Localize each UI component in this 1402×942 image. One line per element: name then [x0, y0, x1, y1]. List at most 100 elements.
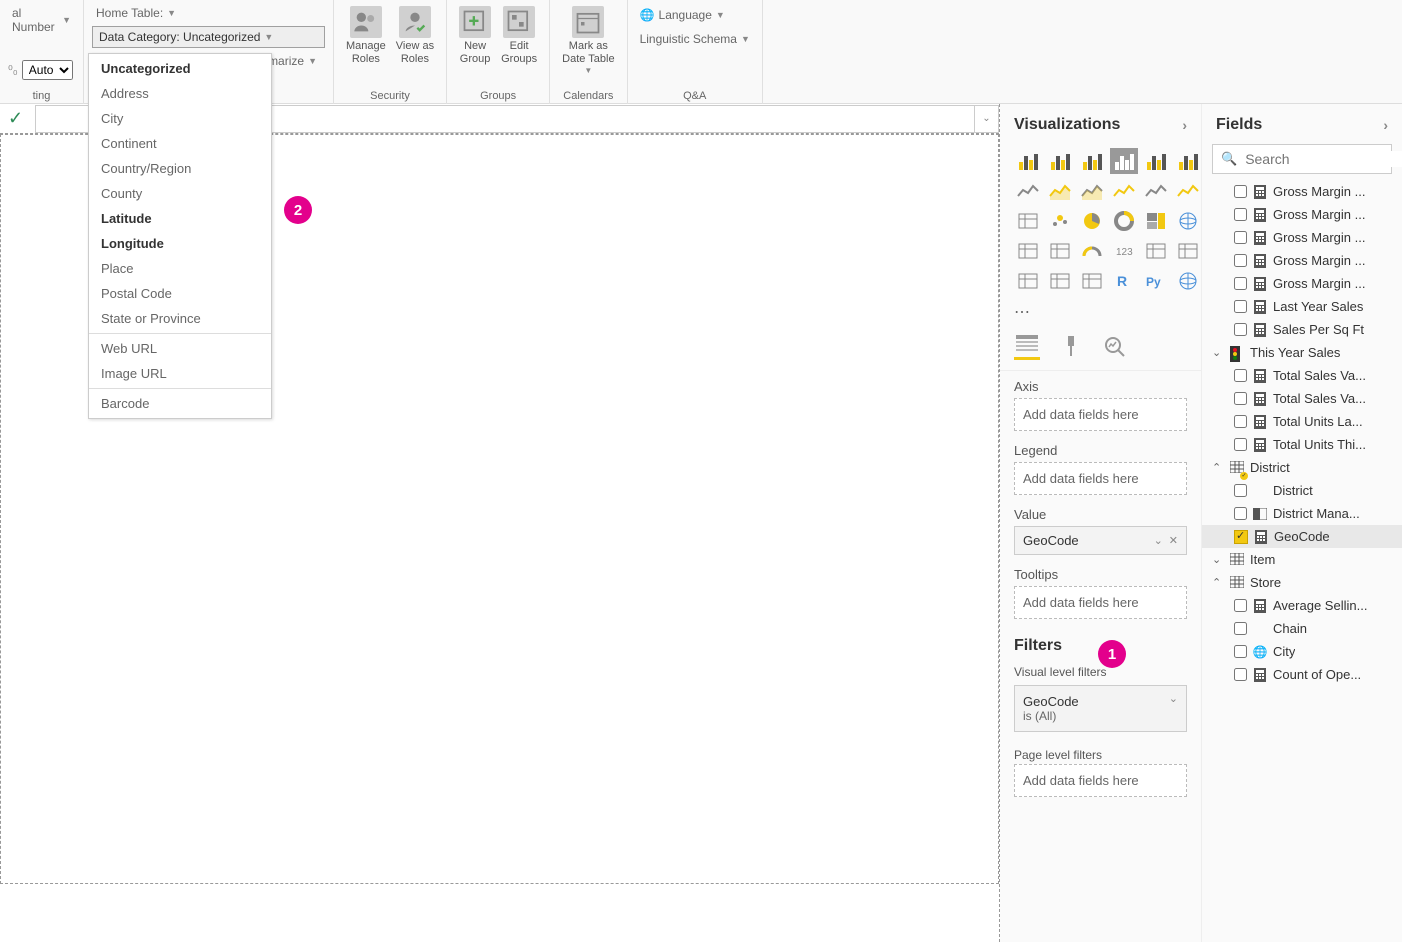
- field-checkbox[interactable]: [1234, 369, 1247, 382]
- viz-type-filled-map[interactable]: [1014, 238, 1042, 264]
- field-total-sales-va-[interactable]: Total Sales Va...: [1202, 387, 1402, 410]
- field-checkbox[interactable]: [1234, 415, 1247, 428]
- table-item[interactable]: ⌄Item: [1202, 548, 1402, 571]
- table-store[interactable]: ⌃Store: [1202, 571, 1402, 594]
- viz-type-treemap[interactable]: [1142, 208, 1170, 234]
- menu-item-postal-code[interactable]: Postal Code: [89, 281, 271, 306]
- fields-search[interactable]: 🔍: [1212, 144, 1392, 174]
- table-this-year-sales[interactable]: ⌄This Year Sales: [1202, 341, 1402, 364]
- data-category-dropdown[interactable]: Data Category: Uncategorized▼: [92, 26, 325, 48]
- viz-type-bar-s2[interactable]: [1174, 148, 1202, 174]
- language-dropdown[interactable]: 🌐Language▼: [636, 6, 754, 24]
- menu-item-address[interactable]: Address: [89, 81, 271, 106]
- viz-type-arcgis[interactable]: [1174, 268, 1202, 294]
- chevron-down-icon[interactable]: ⌄: [1169, 692, 1178, 705]
- axis-dropzone[interactable]: Add data fields here: [1014, 398, 1187, 431]
- field-total-units-la-[interactable]: Total Units La...: [1202, 410, 1402, 433]
- field-checkbox[interactable]: [1234, 185, 1247, 198]
- field-checkbox[interactable]: [1234, 668, 1247, 681]
- field-checkbox[interactable]: [1234, 599, 1247, 612]
- viz-type-table[interactable]: [1046, 268, 1074, 294]
- value-chip[interactable]: GeoCode ⌄✕: [1014, 526, 1187, 555]
- mark-date-table-button[interactable]: Mark as Date Table▼: [558, 4, 618, 78]
- menu-item-latitude[interactable]: Latitude: [89, 206, 271, 231]
- viz-type-bar-v[interactable]: [1014, 148, 1042, 174]
- viz-type-bar-l[interactable]: [1110, 178, 1138, 204]
- menu-item-continent[interactable]: Continent: [89, 131, 271, 156]
- filter-card-geocode[interactable]: ⌄ GeoCode is (All): [1014, 685, 1187, 732]
- field-gross-margin-[interactable]: Gross Margin ...: [1202, 180, 1402, 203]
- field-gross-margin-[interactable]: Gross Margin ...: [1202, 226, 1402, 249]
- viz-type-area[interactable]: [1046, 178, 1074, 204]
- viz-type-bar-h[interactable]: [1078, 148, 1106, 174]
- viz-type-bar-h2[interactable]: [1110, 148, 1138, 174]
- field-checkbox[interactable]: [1234, 323, 1247, 336]
- menu-item-longitude[interactable]: Longitude: [89, 231, 271, 256]
- field-district-mana-[interactable]: District Mana...: [1202, 502, 1402, 525]
- collapse-icon[interactable]: ›: [1182, 117, 1187, 133]
- collapse-icon[interactable]: ›: [1383, 117, 1388, 133]
- viz-type-bar-v2[interactable]: [1046, 148, 1074, 174]
- new-group-button[interactable]: New Group: [455, 4, 495, 68]
- viz-type-matrix[interactable]: [1078, 268, 1106, 294]
- viz-type-ribbon[interactable]: [1174, 178, 1202, 204]
- format-dropdown[interactable]: al Number▼: [8, 4, 75, 36]
- field-checkbox[interactable]: [1234, 208, 1247, 221]
- manage-roles-button[interactable]: Manage Roles: [342, 4, 390, 68]
- field-checkbox[interactable]: [1234, 484, 1247, 497]
- field-checkbox[interactable]: [1234, 530, 1248, 544]
- format-tab[interactable]: [1058, 334, 1084, 360]
- menu-item-country-region[interactable]: Country/Region: [89, 156, 271, 181]
- linguistic-schema-dropdown[interactable]: Linguistic Schema▼: [636, 30, 754, 48]
- search-input[interactable]: [1245, 151, 1402, 167]
- menu-item-county[interactable]: County: [89, 181, 271, 206]
- menu-item-uncategorized[interactable]: Uncategorized: [89, 56, 271, 81]
- field-total-sales-va-[interactable]: Total Sales Va...: [1202, 364, 1402, 387]
- remove-icon[interactable]: ✕: [1169, 534, 1178, 547]
- viz-type-bar-s[interactable]: [1142, 148, 1170, 174]
- menu-item-barcode[interactable]: Barcode: [89, 391, 271, 416]
- field-checkbox[interactable]: [1234, 300, 1247, 313]
- viz-type-waterfall[interactable]: [1014, 208, 1042, 234]
- analytics-tab[interactable]: [1102, 334, 1128, 360]
- decimal-auto[interactable]: ⁰₀ Auto: [8, 60, 75, 80]
- field-total-units-thi-[interactable]: Total Units Thi...: [1202, 433, 1402, 456]
- edit-groups-button[interactable]: Edit Groups: [497, 4, 541, 68]
- home-table-dropdown[interactable]: Home Table:▼: [92, 4, 325, 22]
- field-checkbox[interactable]: [1234, 645, 1247, 658]
- viz-type-funnel[interactable]: [1046, 238, 1074, 264]
- field-gross-margin-[interactable]: Gross Margin ...: [1202, 203, 1402, 226]
- viz-type-pie[interactable]: [1078, 208, 1106, 234]
- field-district[interactable]: District: [1202, 479, 1402, 502]
- fields-tab[interactable]: [1014, 334, 1040, 360]
- field-checkbox[interactable]: [1234, 231, 1247, 244]
- field-checkbox[interactable]: [1234, 622, 1247, 635]
- legend-dropzone[interactable]: Add data fields here: [1014, 462, 1187, 495]
- menu-item-web-url[interactable]: Web URL: [89, 336, 271, 361]
- viz-type-bar-l2[interactable]: [1142, 178, 1170, 204]
- viz-type-scatter[interactable]: [1046, 208, 1074, 234]
- auto-select[interactable]: Auto: [22, 60, 73, 80]
- field-city[interactable]: 🌐City: [1202, 640, 1402, 663]
- field-checkbox[interactable]: [1234, 277, 1247, 290]
- table-district[interactable]: ⌃✓District: [1202, 456, 1402, 479]
- field-count-of-ope-[interactable]: Count of Ope...: [1202, 663, 1402, 686]
- menu-item-image-url[interactable]: Image URL: [89, 361, 271, 386]
- check-icon[interactable]: ✓: [0, 108, 31, 129]
- field-chain[interactable]: Chain: [1202, 617, 1402, 640]
- viz-type-multi-card[interactable]: [1142, 238, 1170, 264]
- field-geocode[interactable]: GeoCode: [1202, 525, 1402, 548]
- field-sales-per-sq-ft[interactable]: Sales Per Sq Ft: [1202, 318, 1402, 341]
- field-checkbox[interactable]: [1234, 254, 1247, 267]
- viz-type-kpi[interactable]: [1174, 238, 1202, 264]
- viz-type-r[interactable]: R: [1110, 268, 1138, 294]
- menu-item-place[interactable]: Place: [89, 256, 271, 281]
- viz-type-py[interactable]: Py: [1142, 268, 1170, 294]
- viz-type-line[interactable]: [1014, 178, 1042, 204]
- chevron-down-icon[interactable]: ⌄: [1154, 534, 1163, 547]
- viz-type-slicer[interactable]: [1014, 268, 1042, 294]
- field-gross-margin-[interactable]: Gross Margin ...: [1202, 272, 1402, 295]
- menu-item-state-or-province[interactable]: State or Province: [89, 306, 271, 331]
- viz-type-gauge[interactable]: [1078, 238, 1106, 264]
- menu-item-city[interactable]: City: [89, 106, 271, 131]
